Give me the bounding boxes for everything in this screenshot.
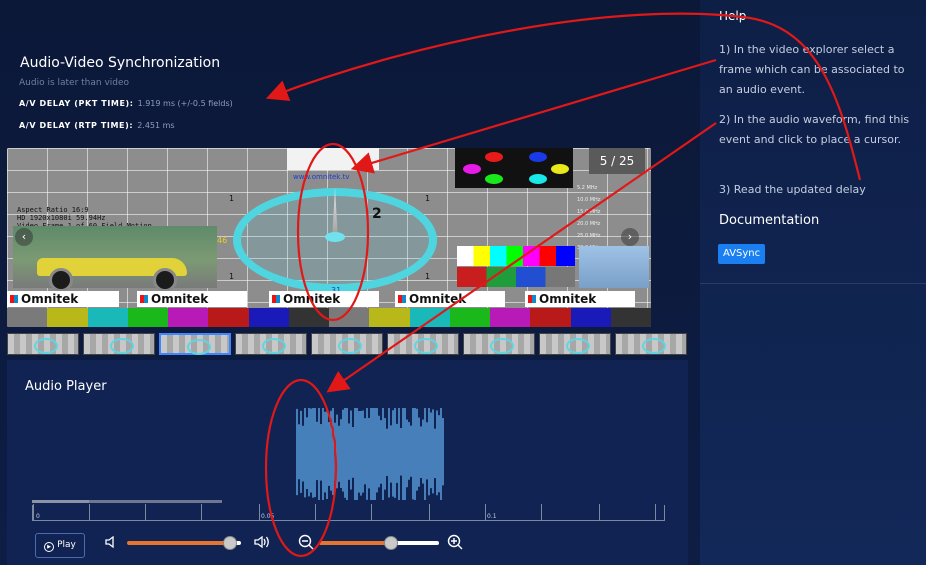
frequency-label: 10.0 MHz: [577, 197, 601, 203]
video-frame-viewer[interactable]: www.omnitek.tv Aspect Ratio 16:9 HD 1920…: [7, 148, 651, 327]
omnitek-logo: Omnitek: [7, 291, 119, 307]
color-dots: [455, 148, 573, 188]
pkt-delay-value: 1.919 ms (+/-0.5 fields): [137, 99, 233, 108]
omnitek-logo: Omnitek: [525, 291, 635, 307]
dot-cyan: [529, 174, 547, 184]
frame-thumbnail[interactable]: [83, 333, 155, 355]
frame-thumbnail[interactable]: [311, 333, 383, 355]
frame-thumbnail[interactable]: [7, 333, 79, 355]
audio-player-panel: Audio Player 0 0.05 0.1 ▶ Play: [7, 360, 688, 565]
dot-green: [485, 174, 503, 184]
plane-image: [579, 246, 649, 288]
sync-status: Audio is later than video: [19, 78, 130, 88]
pkt-delay-label: A/V DELAY (PKT TIME):: [19, 99, 134, 108]
ruler-label: 0.05: [261, 513, 275, 520]
number-1: 1: [229, 272, 235, 281]
dot-magenta: [463, 164, 481, 174]
zoom-slider[interactable]: [319, 541, 439, 545]
frame-thumbnail[interactable]: [387, 333, 459, 355]
documentation-title: Documentation: [719, 213, 820, 228]
number-1: 1: [229, 194, 235, 203]
dot-blue: [529, 152, 547, 162]
rtp-delay-value: 2.451 ms: [137, 121, 175, 130]
frame-thumbnail[interactable]: [463, 333, 535, 355]
frame-thumbnail[interactable]: [159, 333, 231, 355]
dot-red: [485, 152, 503, 162]
car-image: [13, 226, 217, 292]
play-icon: ▶: [44, 542, 55, 552]
number-1: 1: [425, 194, 431, 203]
omnitek-logo: Omnitek: [137, 291, 247, 307]
rtp-delay-label: A/V DELAY (RTP TIME):: [19, 121, 134, 130]
thumbnail-strip: [7, 333, 687, 355]
zoom-slider-handle[interactable]: [384, 536, 398, 550]
chevron-right-icon[interactable]: ›: [621, 228, 639, 246]
chevron-left-icon[interactable]: ‹: [15, 228, 33, 246]
needle-hub: [325, 232, 345, 242]
omnitek-logo-row: Omnitek Omnitek Omnitek Omnitek Omnitek: [7, 291, 651, 307]
omnitek-logo: Omnitek: [269, 291, 379, 307]
car-wheel: [49, 268, 73, 292]
help-step-1: 1) In the video explorer select a frame …: [719, 43, 905, 96]
frequency-label: 20.0 MHz: [577, 221, 601, 227]
volume-slider-handle[interactable]: [222, 536, 237, 550]
frequency-label: 25.0 MHz: [577, 233, 601, 239]
rtp-delay-row: A/V DELAY (RTP TIME): 2.451 ms: [19, 121, 175, 130]
color-bars: [457, 246, 575, 266]
volume-high-icon[interactable]: [253, 534, 271, 554]
play-label: Play: [57, 540, 76, 550]
frequency-label: 15.0 MHz: [577, 209, 601, 215]
number-1: 1: [425, 272, 431, 281]
frame-thumbnail[interactable]: [235, 333, 307, 355]
timeline-ruler[interactable]: 0 0.05 0.1: [32, 504, 665, 521]
help-step-3: 3) Read the updated delay: [719, 183, 866, 196]
color-swatch-row: [7, 308, 651, 327]
ruler-label: 0: [36, 513, 40, 520]
frame-counter: 5 / 25: [589, 148, 645, 174]
volume-low-icon[interactable]: [104, 535, 118, 553]
frame-thumbnail[interactable]: [615, 333, 687, 355]
audio-waveform[interactable]: [289, 408, 445, 500]
frequency-label: 5.2 MHz: [577, 185, 598, 191]
play-button[interactable]: ▶ Play: [35, 533, 85, 558]
zoom-out-icon[interactable]: [298, 534, 314, 554]
frame-thumbnail[interactable]: [539, 333, 611, 355]
sidebar-divider: [700, 283, 926, 284]
number-2: 2: [372, 206, 382, 222]
avsync-doc-link[interactable]: AVSync: [718, 244, 766, 264]
aspect-ratio-text: Aspect Ratio 16:9: [17, 206, 89, 214]
zoom-in-icon[interactable]: [447, 534, 463, 554]
number-46: 46: [217, 236, 228, 245]
format-text: HD 1920x1080i 59.94Hz: [17, 214, 106, 222]
frequency-labels: 5.2 MHz10.0 MHz15.0 MHz20.0 MHz25.0 MHz3…: [577, 182, 600, 254]
page-title: Audio-Video Synchronization: [20, 55, 221, 71]
car-wheel: [153, 268, 177, 292]
dot-yellow: [551, 164, 569, 174]
omnitek-logo: Omnitek: [395, 291, 505, 307]
help-title: Help: [719, 9, 747, 23]
url-box: [287, 148, 379, 170]
seek-bar[interactable]: [32, 500, 222, 503]
test-pattern-url: www.omnitek.tv: [293, 173, 350, 181]
pkt-delay-row: A/V DELAY (PKT TIME): 1.919 ms (+/-0.5 fi…: [19, 99, 233, 108]
ruler-label: 0.1: [487, 513, 497, 520]
audio-player-title: Audio Player: [25, 379, 107, 394]
color-bars-lower: [457, 267, 575, 287]
help-step-2: 2) In the audio waveform, find this even…: [719, 113, 910, 146]
